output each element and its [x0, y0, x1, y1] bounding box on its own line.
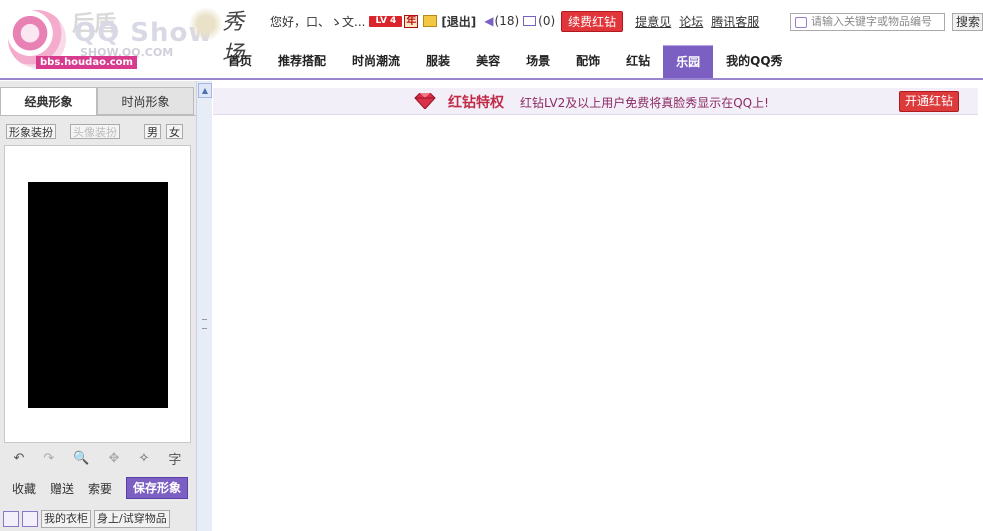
nav-paradise[interactable]: 乐园: [663, 44, 714, 79]
avatar-panel: 经典形象 时尚形象 形象装扮 头像装扮 男 女 ↶ ↷ 🔍 ✥ ✧ 字 收藏 赠…: [0, 81, 197, 531]
user-bar: 您好，口、ゝ文... LV 4 年 [退出] ◀ (18) (0) 续费红钻 提…: [270, 10, 767, 32]
save-image-button[interactable]: 保存形象: [126, 477, 188, 499]
diamond-icon: [414, 93, 436, 109]
lock-icon[interactable]: [423, 15, 438, 27]
undo-icon[interactable]: ↶: [14, 451, 25, 466]
move-icon[interactable]: ✥: [109, 451, 120, 466]
speaker-count[interactable]: (18): [495, 14, 520, 28]
male-button[interactable]: 男: [144, 124, 161, 139]
tab-fashion-image[interactable]: 时尚形象: [97, 87, 194, 115]
zoom-icon[interactable]: 🔍: [73, 451, 89, 466]
flower-decoration: [186, 4, 226, 44]
renew-red-diamond-button[interactable]: 续费红钻: [561, 10, 624, 32]
nav-home[interactable]: 首页: [215, 45, 265, 78]
nav-clothing[interactable]: 服装: [413, 45, 463, 78]
scroll-grip[interactable]: [202, 319, 207, 329]
female-button[interactable]: 女: [166, 124, 183, 139]
head-dress-button[interactable]: 头像装扮: [70, 124, 120, 139]
year-badge[interactable]: 年: [404, 14, 419, 28]
dress-mode-bar: 形象装扮 头像装扮 男 女: [4, 121, 190, 143]
panel-scrollbar[interactable]: ▲: [196, 81, 212, 531]
nav-fashion[interactable]: 时尚潮流: [339, 45, 413, 78]
request-link[interactable]: 索要: [88, 480, 112, 497]
red-diamond-banner: 红钻特权 红钻LV2及以上用户免费将真脸秀显示在QQ上! 开通红钻: [213, 88, 978, 115]
nav-red-diamond[interactable]: 红钻: [613, 45, 663, 78]
scroll-up-icon[interactable]: ▲: [198, 83, 212, 98]
text-tool-icon[interactable]: 字: [168, 449, 181, 468]
search-placeholder: 请输入关键字或物品编号: [811, 15, 932, 28]
search-bag-icon: [795, 17, 807, 28]
nav-accessory[interactable]: 配饰: [563, 45, 613, 78]
feedback-link[interactable]: 提意见: [635, 13, 671, 30]
open-red-diamond-button[interactable]: 开通红钻: [899, 91, 959, 112]
user-greeting[interactable]: 您好，口、ゝ文...: [270, 13, 365, 30]
header: 后盾 QQ Show SHOW.QQ.COM bbs.houdao.com 秀场…: [0, 0, 983, 79]
tab-divider: [0, 115, 196, 116]
speaker-icon[interactable]: ◀: [484, 14, 493, 28]
banner-title: 红钻特权: [448, 95, 504, 111]
main-nav: 首页 推荐搭配 时尚潮流 服装 美容 场景 配饰 红钻 乐园 我的QQ秀: [215, 44, 796, 79]
my-wardrobe-button[interactable]: 我的衣柜: [41, 510, 91, 528]
collect-link[interactable]: 收藏: [12, 480, 36, 497]
site-logo[interactable]: 后盾 QQ Show SHOW.QQ.COM bbs.houdao.com 秀场: [0, 0, 244, 78]
redo-icon[interactable]: ↷: [43, 451, 54, 466]
save-disk-icon[interactable]: [22, 511, 38, 527]
trying-items-button[interactable]: 身上/试穿物品: [94, 510, 170, 528]
nav-divider: [0, 78, 983, 80]
nav-scene[interactable]: 场景: [513, 45, 563, 78]
avatar-preview[interactable]: [28, 182, 168, 408]
gift-link[interactable]: 赠送: [50, 480, 74, 497]
avatar-stage: [4, 145, 191, 443]
nav-recommend[interactable]: 推荐搭配: [265, 45, 339, 78]
message-count[interactable]: (0): [538, 14, 555, 28]
magic-wand-icon[interactable]: ✧: [138, 451, 149, 466]
nav-beauty[interactable]: 美容: [463, 45, 513, 78]
search-button[interactable]: 搜索: [952, 13, 983, 31]
support-link[interactable]: 腾讯客服: [711, 13, 759, 30]
wardrobe-bar: 我的衣柜 身上/试穿物品: [3, 509, 193, 529]
logo-bbs-text: bbs.houdao.com: [36, 56, 137, 69]
forum-link[interactable]: 论坛: [679, 13, 703, 30]
search-input[interactable]: 请输入关键字或物品编号: [790, 13, 945, 31]
avatar-toolbar: ↶ ↷ 🔍 ✥ ✧ 字: [4, 446, 191, 470]
logout-link[interactable]: [退出]: [441, 13, 476, 30]
banner-description: 红钻LV2及以上用户免费将真脸秀显示在QQ上!: [520, 96, 769, 110]
tab-classic-image[interactable]: 经典形象: [0, 87, 97, 115]
person-icon[interactable]: [3, 511, 19, 527]
image-dress-button[interactable]: 形象装扮: [6, 124, 56, 139]
level-badge[interactable]: LV 4: [369, 15, 403, 27]
nav-my-qqshow[interactable]: 我的QQ秀: [713, 45, 795, 78]
message-icon[interactable]: [523, 16, 537, 26]
